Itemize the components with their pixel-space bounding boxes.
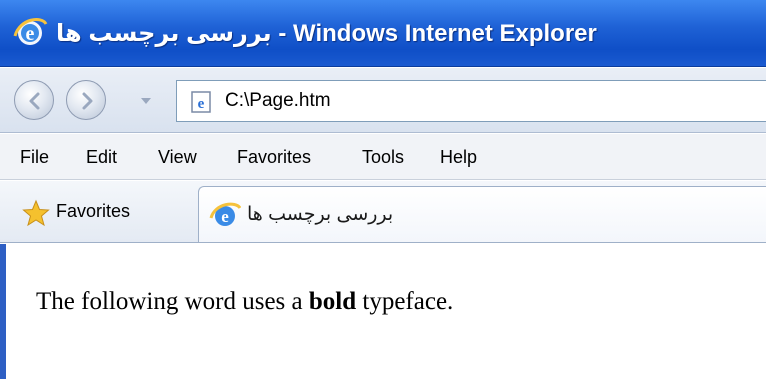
browser-window: e بررسی برچسب ها - Windows Internet Expl…	[0, 0, 766, 379]
address-field[interactable]: e C:\Page.htm	[176, 80, 766, 122]
tab-current-page[interactable]: e بررسی برچسب ها	[198, 186, 766, 242]
window-title: بررسی برچسب ها - Windows Internet Explor…	[56, 20, 597, 47]
svg-text:e: e	[198, 96, 205, 112]
back-button[interactable]	[14, 80, 54, 120]
text-after-bold: typeface.	[356, 288, 454, 315]
tab-title: بررسی برچسب ها	[247, 204, 394, 225]
favorites-button[interactable]: Favorites	[8, 191, 188, 231]
menu-favorites[interactable]: Favorites	[237, 134, 311, 180]
forward-button[interactable]	[66, 80, 106, 120]
menu-edit[interactable]: Edit	[86, 134, 117, 180]
ie-logo-icon: e	[209, 202, 241, 226]
title-bar[interactable]: e بررسی برچسب ها - Windows Internet Expl…	[0, 0, 766, 67]
bold-word: bold	[308, 288, 357, 315]
menu-bar: File Edit View Favorites Tools Help	[0, 134, 766, 180]
text-before-bold: The following word uses a	[36, 288, 309, 315]
ie-page-icon: e	[191, 91, 211, 113]
address-url: C:\Page.htm	[225, 90, 331, 111]
svg-text:e: e	[221, 207, 229, 226]
favorites-label: Favorites	[56, 201, 131, 221]
ie-logo-icon: e	[13, 18, 48, 45]
back-arrow-icon	[29, 92, 40, 110]
window-left-border	[0, 244, 6, 379]
menu-view[interactable]: View	[158, 134, 197, 180]
menu-tools[interactable]: Tools	[362, 134, 404, 180]
recent-pages-dropdown[interactable]	[140, 96, 152, 106]
body-paragraph: The following word uses a bold typeface.	[36, 284, 453, 320]
page-content: The following word uses a bold typeface.	[0, 244, 766, 379]
favorites-star-icon	[22, 199, 50, 227]
favorites-bar: Favorites e بررسی برچسب ها	[0, 181, 766, 243]
forward-arrow-icon	[82, 92, 93, 110]
menu-help[interactable]: Help	[440, 134, 477, 180]
address-toolbar: e C:\Page.htm	[0, 68, 766, 133]
menu-file[interactable]: File	[20, 134, 49, 180]
svg-text:e: e	[26, 23, 35, 45]
